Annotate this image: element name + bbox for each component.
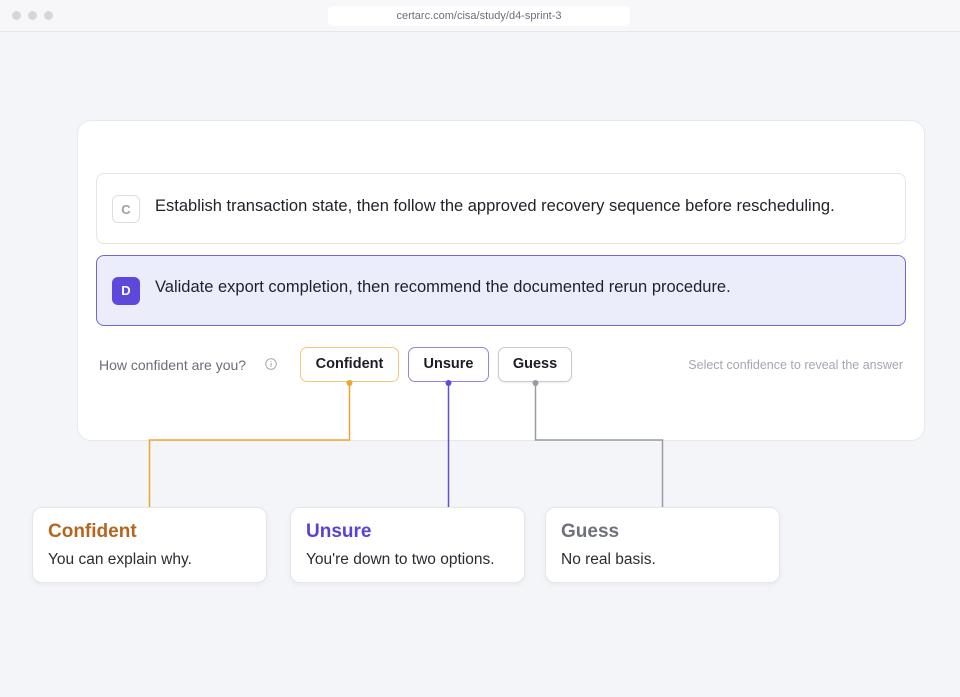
- answer-option-d[interactable]: D Validate export completion, then recom…: [96, 255, 906, 326]
- address-bar[interactable]: certarc.com/cisa/study/d4-sprint-3: [328, 6, 630, 26]
- info-circle-icon[interactable]: [265, 358, 277, 370]
- legend-title: Unsure: [306, 521, 372, 542]
- legend-title: Guess: [561, 521, 620, 542]
- option-text: Validate export completion, then recomme…: [155, 278, 731, 296]
- option-text: Establish transaction state, then follow…: [155, 197, 835, 215]
- confident-button[interactable]: Confident: [300, 347, 399, 382]
- browser-toolbar: certarc.com/cisa/study/d4-sprint-3: [0, 0, 960, 32]
- confidence-prompt: How confident are you?: [99, 357, 247, 373]
- legend-title: Confident: [48, 521, 137, 542]
- option-letter-badge: D: [112, 277, 140, 305]
- legend-card-unsure: Unsure You're down to two options.: [290, 507, 525, 583]
- reveal-hint: Select confidence to reveal the answer: [688, 358, 903, 372]
- unsure-button[interactable]: Unsure: [408, 347, 489, 382]
- option-letter-badge: C: [112, 195, 140, 223]
- window-minimize-dot[interactable]: [28, 11, 37, 20]
- legend-description: You're down to two options.: [306, 551, 495, 568]
- window-close-dot[interactable]: [12, 11, 21, 20]
- legend-card-guess: Guess No real basis.: [545, 507, 780, 583]
- answer-option-c[interactable]: C Establish transaction state, then foll…: [96, 173, 906, 244]
- legend-description: No real basis.: [561, 551, 656, 568]
- legend-card-confident: Confident You can explain why.: [32, 507, 267, 583]
- legend-description: You can explain why.: [48, 551, 192, 568]
- window-maximize-dot[interactable]: [44, 11, 53, 20]
- guess-button[interactable]: Guess: [498, 347, 572, 382]
